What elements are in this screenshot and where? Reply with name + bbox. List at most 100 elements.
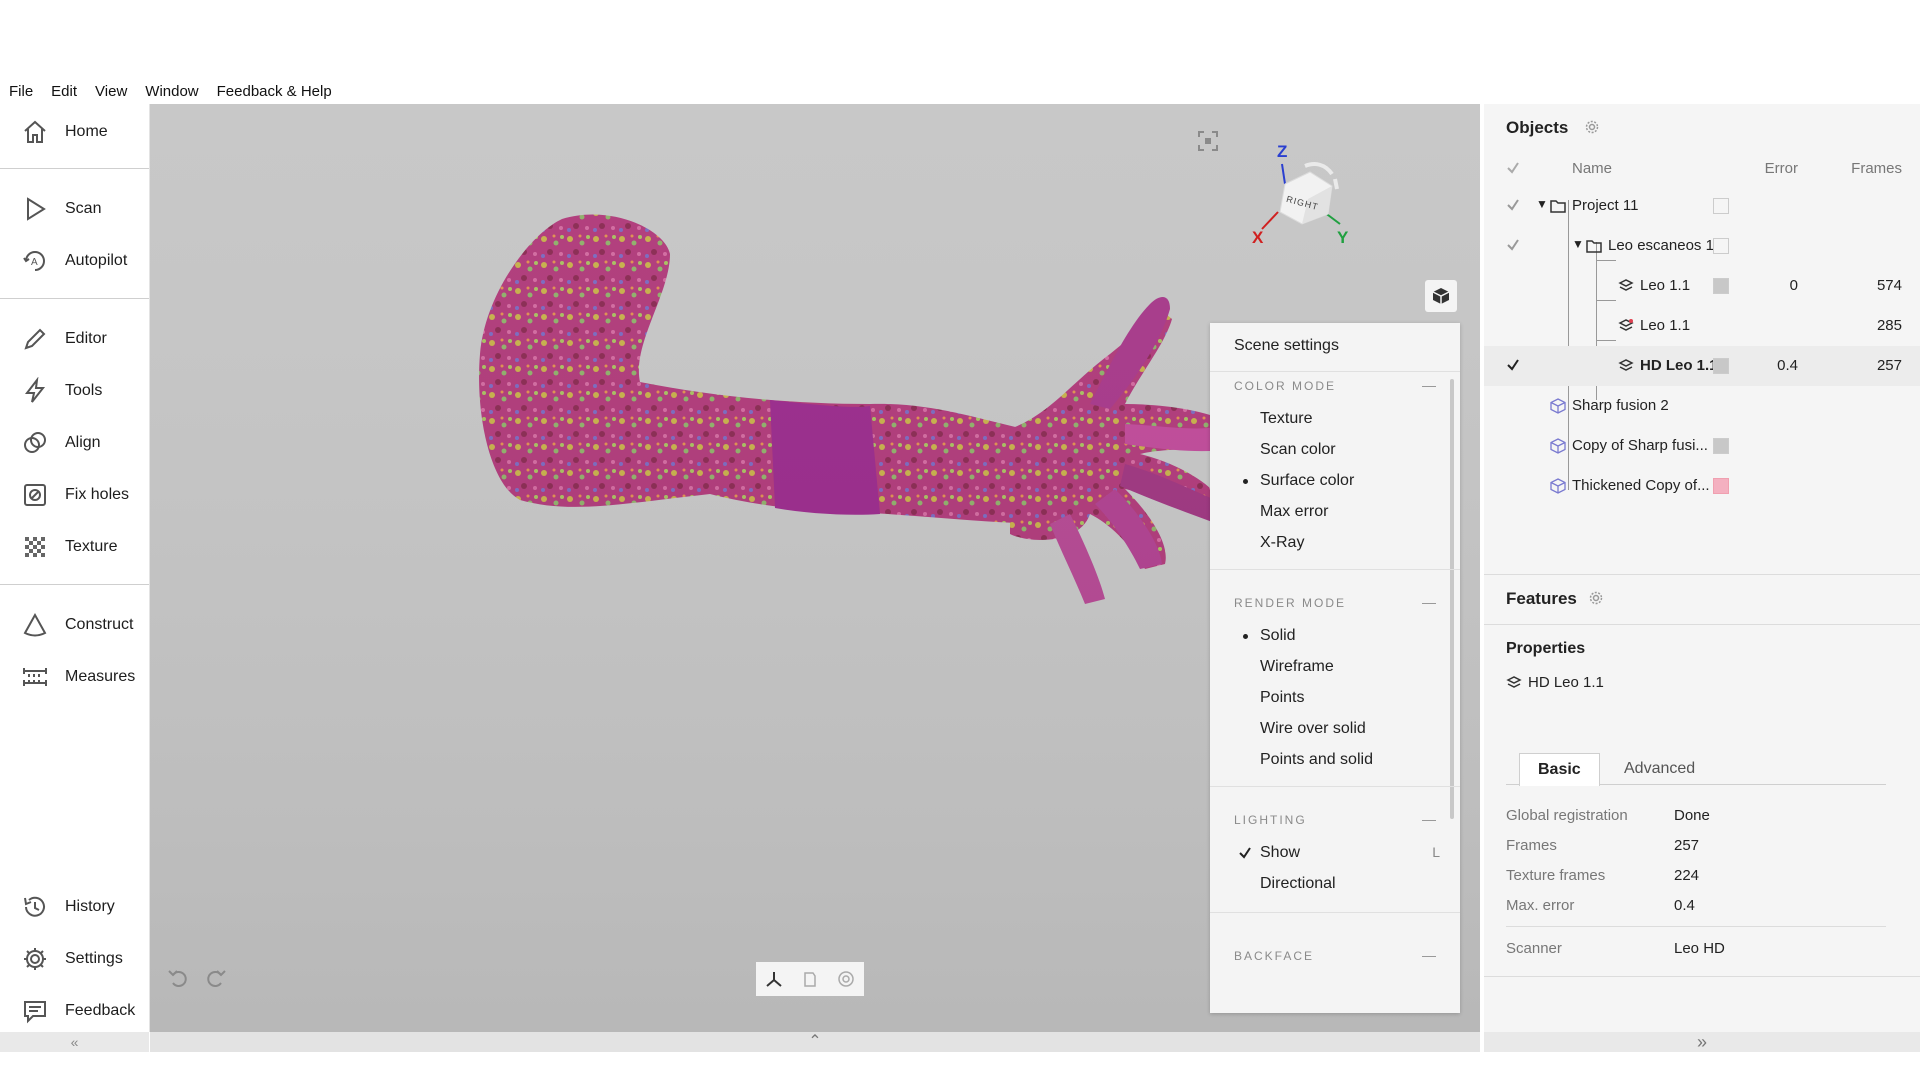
properties-object-name: HD Leo 1.1 (1528, 674, 1604, 691)
ruler-icon (18, 660, 52, 694)
sidebar-item-history[interactable]: History (0, 885, 149, 929)
table-row[interactable]: ▼ Project 11 (1484, 186, 1920, 226)
render-mode-points[interactable]: Points (1260, 689, 1304, 707)
prop-value: Done (1674, 807, 1710, 824)
table-row[interactable]: Sharp fusion 2 (1484, 386, 1920, 426)
object-name: Project 11 (1572, 197, 1639, 214)
gizmo-y-label: Y (1337, 228, 1349, 247)
sidebar-item-measures[interactable]: Measures (0, 655, 149, 699)
mesh-cube-icon (1550, 438, 1566, 454)
collapse-dash[interactable] (1422, 820, 1436, 821)
undo-icon[interactable] (166, 966, 190, 990)
render-mode-wireframe[interactable]: Wireframe (1260, 658, 1334, 676)
cube-icon (1432, 288, 1450, 304)
sidebar-item-label: Home (65, 123, 108, 140)
play-icon (18, 192, 52, 226)
menu-window[interactable]: Window (145, 83, 198, 100)
color-mode-x-ray[interactable]: X-Ray (1260, 534, 1304, 552)
table-row-selected[interactable]: HD Leo 1.1 0.4 257 (1484, 346, 1920, 386)
menu-edit[interactable]: Edit (51, 83, 77, 100)
divider (1506, 926, 1886, 927)
table-row[interactable]: Leo 1.1 0 574 (1484, 266, 1920, 306)
object-frames: 257 (1876, 357, 1902, 374)
sidebar-collapse-button[interactable]: « (0, 1032, 149, 1052)
gear-icon[interactable] (1588, 590, 1604, 606)
collapse-dash[interactable] (1422, 386, 1436, 387)
view-gizmo[interactable]: Z X Y RIGHT (1240, 142, 1350, 254)
collapse-dash[interactable] (1422, 956, 1436, 957)
align-icon (18, 426, 52, 460)
menu-view[interactable]: View (95, 83, 127, 100)
right-panel-expand-button[interactable]: » (1484, 1032, 1920, 1052)
lighting-show[interactable]: Show (1260, 844, 1300, 862)
color-swatch[interactable] (1713, 438, 1729, 454)
prop-key: Global registration (1506, 807, 1628, 824)
home-icon (18, 115, 52, 149)
selected-dot (1243, 634, 1248, 639)
sidebar-item-label: Scan (65, 200, 102, 217)
target-icon[interactable] (836, 969, 856, 989)
gizmo-z-label: Z (1277, 142, 1288, 161)
color-mode-texture[interactable]: Texture (1260, 410, 1312, 428)
sidebar-item-label: Fix holes (65, 486, 130, 503)
sidebar-item-tools[interactable]: Tools (0, 369, 149, 413)
expand-triangle-icon[interactable]: ▼ (1536, 197, 1548, 211)
column-name: Name (1572, 160, 1613, 177)
checkmark-icon[interactable] (1506, 161, 1520, 175)
sidebar-item-autopilot[interactable]: A Autopilot (0, 239, 149, 283)
sidebar-item-editor[interactable]: Editor (0, 317, 149, 361)
tab-advanced[interactable]: Advanced (1606, 753, 1713, 785)
render-mode-solid[interactable]: Solid (1260, 627, 1296, 645)
object-frames: 285 (1876, 317, 1902, 334)
checkmark-icon (1239, 847, 1251, 859)
clip-icon[interactable] (800, 969, 820, 989)
redo-icon[interactable] (204, 966, 228, 990)
color-mode-scan-color[interactable]: Scan color (1260, 441, 1336, 459)
checkmark-icon[interactable] (1506, 358, 1520, 372)
prop-key: Scanner (1506, 940, 1562, 957)
sidebar-item-align[interactable]: Align (0, 421, 149, 465)
color-mode-surface-color[interactable]: Surface color (1260, 472, 1354, 490)
sidebar-item-construct[interactable]: Construct (0, 603, 149, 647)
viewport-expand-button[interactable]: ⌃ (150, 1032, 1480, 1052)
collapse-dash[interactable] (1422, 603, 1436, 604)
sidebar-item-texture[interactable]: Texture (0, 525, 149, 569)
color-swatch[interactable] (1713, 358, 1729, 374)
sidebar-item-home[interactable]: Home (0, 110, 149, 154)
sidebar-item-label: Measures (65, 668, 136, 685)
scan-layers-icon (1618, 359, 1634, 371)
folder-icon (1550, 200, 1566, 213)
menu-file[interactable]: File (9, 83, 33, 100)
render-mode-wire-over-solid[interactable]: Wire over solid (1260, 720, 1366, 738)
color-swatch[interactable] (1713, 278, 1729, 294)
gear-icon[interactable] (1584, 119, 1600, 135)
table-row[interactable]: Copy of Sharp fusi... (1484, 426, 1920, 466)
color-swatch[interactable] (1713, 238, 1729, 254)
checkmark-icon[interactable] (1506, 238, 1520, 252)
sidebar: Home Scan A Autopilot Editor Tools Align… (0, 104, 150, 1032)
scene-settings-button[interactable] (1425, 280, 1457, 312)
lighting-directional[interactable]: Directional (1260, 875, 1336, 893)
color-mode-max-error[interactable]: Max error (1260, 503, 1328, 521)
tab-basic[interactable]: Basic (1519, 753, 1600, 786)
table-row[interactable]: ▼ Leo escaneos 1 (1484, 226, 1920, 266)
expand-triangle-icon[interactable]: ▼ (1572, 237, 1584, 251)
menu-feedback-help[interactable]: Feedback & Help (217, 83, 332, 100)
table-row[interactable]: Leo 1.1 285 (1484, 306, 1920, 346)
sidebar-divider (0, 298, 149, 299)
sidebar-item-feedback[interactable]: Feedback (0, 989, 149, 1033)
sidebar-item-settings[interactable]: Settings (0, 937, 149, 981)
table-row[interactable]: Thickened Copy of... (1484, 466, 1920, 506)
render-mode-points-and-solid[interactable]: Points and solid (1260, 751, 1373, 769)
prop-key: Texture frames (1506, 867, 1606, 884)
checkmark-icon[interactable] (1506, 198, 1520, 212)
frame-focus-icon[interactable] (1197, 130, 1219, 152)
scene-settings-scrollbar[interactable] (1450, 379, 1454, 819)
sidebar-item-scan[interactable]: Scan (0, 187, 149, 231)
axes-icon[interactable] (764, 969, 784, 989)
sidebar-item-fix-holes[interactable]: Fix holes (0, 473, 149, 517)
right-panel: Objects Name Error Frames ▼ Project 11 ▼… (1484, 104, 1920, 1052)
color-swatch[interactable] (1713, 478, 1729, 494)
checker-icon (18, 530, 52, 564)
color-swatch[interactable] (1713, 198, 1729, 214)
